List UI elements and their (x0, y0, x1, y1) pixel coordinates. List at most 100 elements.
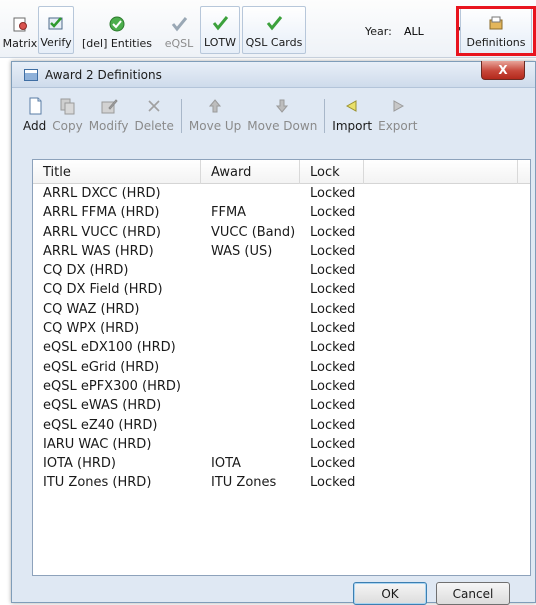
row-title: eQSL eZ40 (HRD) (43, 417, 158, 433)
list-item[interactable]: eQSL ePFX300 (HRD) Locked (33, 377, 530, 396)
move-up-label: Move Up (188, 119, 242, 133)
column-header-title[interactable]: Title (33, 160, 201, 184)
lotw-button[interactable]: LOTW (200, 6, 240, 54)
row-title: ITU Zones (HRD) (43, 475, 152, 491)
eqsl-button[interactable]: eQSL (160, 6, 198, 54)
row-award (201, 261, 300, 280)
row-title: CQ DX (HRD) (43, 263, 129, 279)
award-definitions-dialog: Award 2 Definitions X Add Copy Modify De… (11, 61, 536, 605)
copy-icon (58, 97, 76, 115)
row-award: FFMA (211, 205, 247, 221)
dialog-titlebar[interactable]: Award 2 Definitions X (12, 61, 535, 88)
close-button[interactable]: X (481, 61, 525, 80)
list-item[interactable]: IARU WAC (HRD) Locked (33, 435, 530, 454)
verify-button[interactable]: Verify (38, 6, 74, 54)
ok-button[interactable]: OK (353, 582, 427, 605)
export-button[interactable]: Export (375, 91, 420, 141)
row-lock: Locked (310, 359, 356, 375)
export-label: Export (378, 119, 418, 133)
copy-button[interactable]: Copy (49, 91, 85, 141)
verify-icon (47, 14, 65, 32)
matrix-button[interactable]: Matrix (2, 6, 38, 54)
column-header-blank[interactable] (364, 160, 518, 184)
add-button[interactable]: Add (20, 91, 49, 141)
row-title: CQ DX Field (HRD) (43, 282, 163, 298)
row-award (201, 358, 300, 377)
row-title: CQ WPX (HRD) (43, 321, 140, 337)
copy-label: Copy (52, 119, 83, 133)
row-title: ARRL VUCC (HRD) (43, 224, 161, 240)
modify-button[interactable]: Modify (86, 91, 132, 141)
list-item[interactable]: ARRL WAS (HRD) WAS (US) Locked (33, 242, 530, 261)
column-header-award[interactable]: Award (201, 160, 300, 184)
row-title: IARU WAC (HRD) (43, 436, 152, 452)
toolbar-separator (324, 99, 326, 133)
row-award (201, 300, 300, 319)
import-label: Import (332, 119, 373, 133)
row-title: eQSL ePFX300 (HRD) (43, 378, 181, 394)
modify-label: Modify (88, 119, 129, 133)
matrix-icon (11, 15, 29, 33)
year-dropdown[interactable]: ALL (402, 20, 464, 42)
row-title: ARRL WAS (HRD) (43, 243, 154, 259)
list-item[interactable]: ARRL VUCC (HRD) VUCC (Band) Locked (33, 223, 530, 242)
window-icon (24, 68, 38, 81)
row-lock: Locked (310, 186, 356, 201)
import-button[interactable]: Import (329, 91, 375, 141)
delete-label: Delete (134, 119, 174, 133)
list-item[interactable]: ARRL DXCC (HRD) Locked (33, 184, 530, 203)
dialog-title: Award 2 Definitions (45, 67, 162, 82)
checkmark-icon (265, 14, 283, 32)
row-lock: Locked (310, 263, 356, 279)
row-title: eQSL eGrid (HRD) (43, 359, 160, 375)
new-document-icon (26, 97, 44, 115)
row-lock: Locked (310, 378, 356, 394)
list-item[interactable]: eQSL eWAS (HRD) Locked (33, 396, 530, 415)
main-ribbon-toolbar: Matrix Verify [del] Entities eQSL LOTW Q… (0, 0, 536, 58)
move-down-button[interactable]: Move Down (244, 91, 320, 141)
entities-button[interactable]: [del] Entities (76, 6, 158, 54)
definitions-highlight-box (456, 6, 536, 56)
delete-button[interactable]: Delete (131, 91, 176, 141)
row-award: WAS (US) (211, 243, 273, 259)
row-award (201, 396, 300, 415)
column-header-lock[interactable]: Lock (300, 160, 364, 184)
list-item[interactable]: ITU Zones (HRD) ITU Zones Locked (33, 473, 530, 492)
qsl-cards-button[interactable]: QSL Cards (242, 6, 306, 54)
row-title: CQ WAZ (HRD) (43, 301, 140, 317)
row-lock: Locked (310, 340, 356, 356)
list-item[interactable]: IOTA (HRD) IOTA Locked (33, 454, 530, 473)
list-item[interactable]: eQSL eDX100 (HRD) Locked (33, 338, 530, 357)
row-lock: Locked (310, 398, 356, 414)
row-lock: Locked (310, 224, 356, 240)
list-item[interactable]: CQ WPX (HRD) Locked (33, 319, 530, 338)
row-lock: Locked (310, 436, 356, 452)
award-definitions-list[interactable]: Title Award Lock ARRL DXCC (HRD) Locked AR… (32, 159, 531, 576)
dialog-toolbar: Add Copy Modify Delete Move Up Move Down… (14, 89, 533, 141)
row-award (201, 184, 300, 203)
row-award: VUCC (Band) (211, 224, 296, 240)
row-lock: Locked (310, 475, 356, 491)
list-item[interactable]: ARRL FFMA (HRD) FFMA Locked (33, 203, 530, 222)
row-award (201, 435, 300, 454)
move-up-button[interactable]: Move Up (186, 91, 244, 141)
row-lock: Locked (310, 243, 356, 259)
row-award (201, 338, 300, 357)
cancel-button[interactable]: Cancel (436, 582, 510, 605)
row-lock: Locked (310, 301, 356, 317)
list-item[interactable]: CQ DX (HRD) Locked (33, 261, 530, 280)
checkmark-icon (211, 14, 229, 32)
export-arrow-icon (389, 97, 407, 115)
row-award (201, 280, 300, 299)
check-circle-icon (108, 15, 126, 33)
arrow-up-icon (206, 97, 224, 115)
list-item[interactable]: CQ DX Field (HRD) Locked (33, 280, 530, 299)
row-lock: Locked (310, 282, 356, 298)
list-item[interactable]: eQSL eGrid (HRD) Locked (33, 358, 530, 377)
list-item[interactable]: eQSL eZ40 (HRD) Locked (33, 416, 530, 435)
row-title: eQSL eWAS (HRD) (43, 398, 162, 414)
toolbar-separator (180, 99, 182, 133)
move-down-label: Move Down (247, 119, 318, 133)
list-item[interactable]: CQ WAZ (HRD) Locked (33, 300, 530, 319)
entities-label: [del] Entities (81, 37, 153, 50)
